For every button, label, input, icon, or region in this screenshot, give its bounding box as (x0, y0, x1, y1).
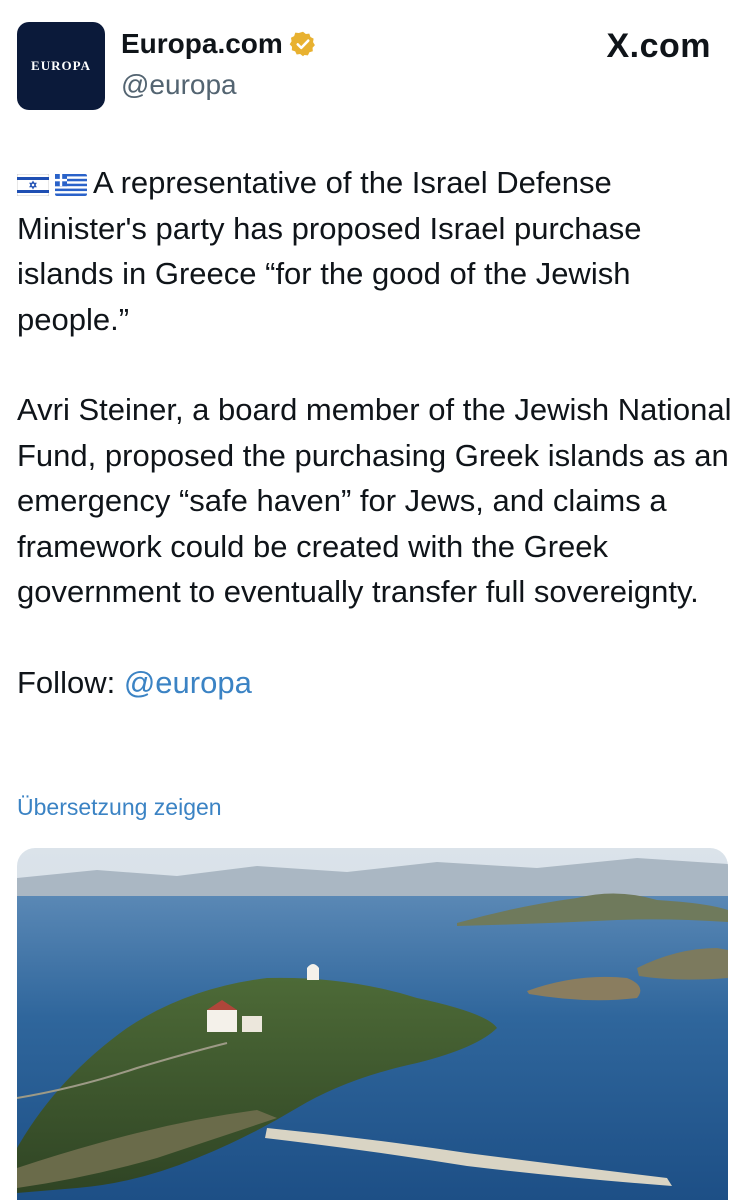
island-photo (17, 848, 728, 1200)
display-name[interactable]: Europa.com (121, 28, 283, 60)
israel-flag-icon (17, 173, 49, 196)
tweet-text-1: A representative of the Israel Defense M… (17, 165, 642, 337)
verified-badge-icon (289, 31, 315, 57)
mention-link[interactable]: @europa (124, 665, 252, 700)
tweet-paragraph-3: Follow: @europa (17, 660, 732, 706)
follow-label: Follow: (17, 664, 116, 700)
avatar[interactable]: EUROPA (17, 22, 105, 110)
site-label: X.com (606, 27, 711, 65)
show-translation-link[interactable]: Übersetzung zeigen (17, 794, 222, 821)
tweet-header: EUROPA Europa.com @europa X.com (0, 0, 745, 130)
tweet-image[interactable] (17, 848, 728, 1200)
avatar-logo-text: EUROPA (31, 58, 91, 73)
user-handle[interactable]: @europa (121, 69, 237, 101)
greece-flag-icon (55, 173, 87, 196)
tweet-paragraph-1: A representative of the Israel Defense M… (17, 160, 732, 342)
tweet-body: A representative of the Israel Defense M… (17, 160, 732, 705)
author-name-row: Europa.com (121, 28, 317, 60)
tweet-paragraph-2: Avri Steiner, a board member of the Jewi… (17, 392, 732, 609)
